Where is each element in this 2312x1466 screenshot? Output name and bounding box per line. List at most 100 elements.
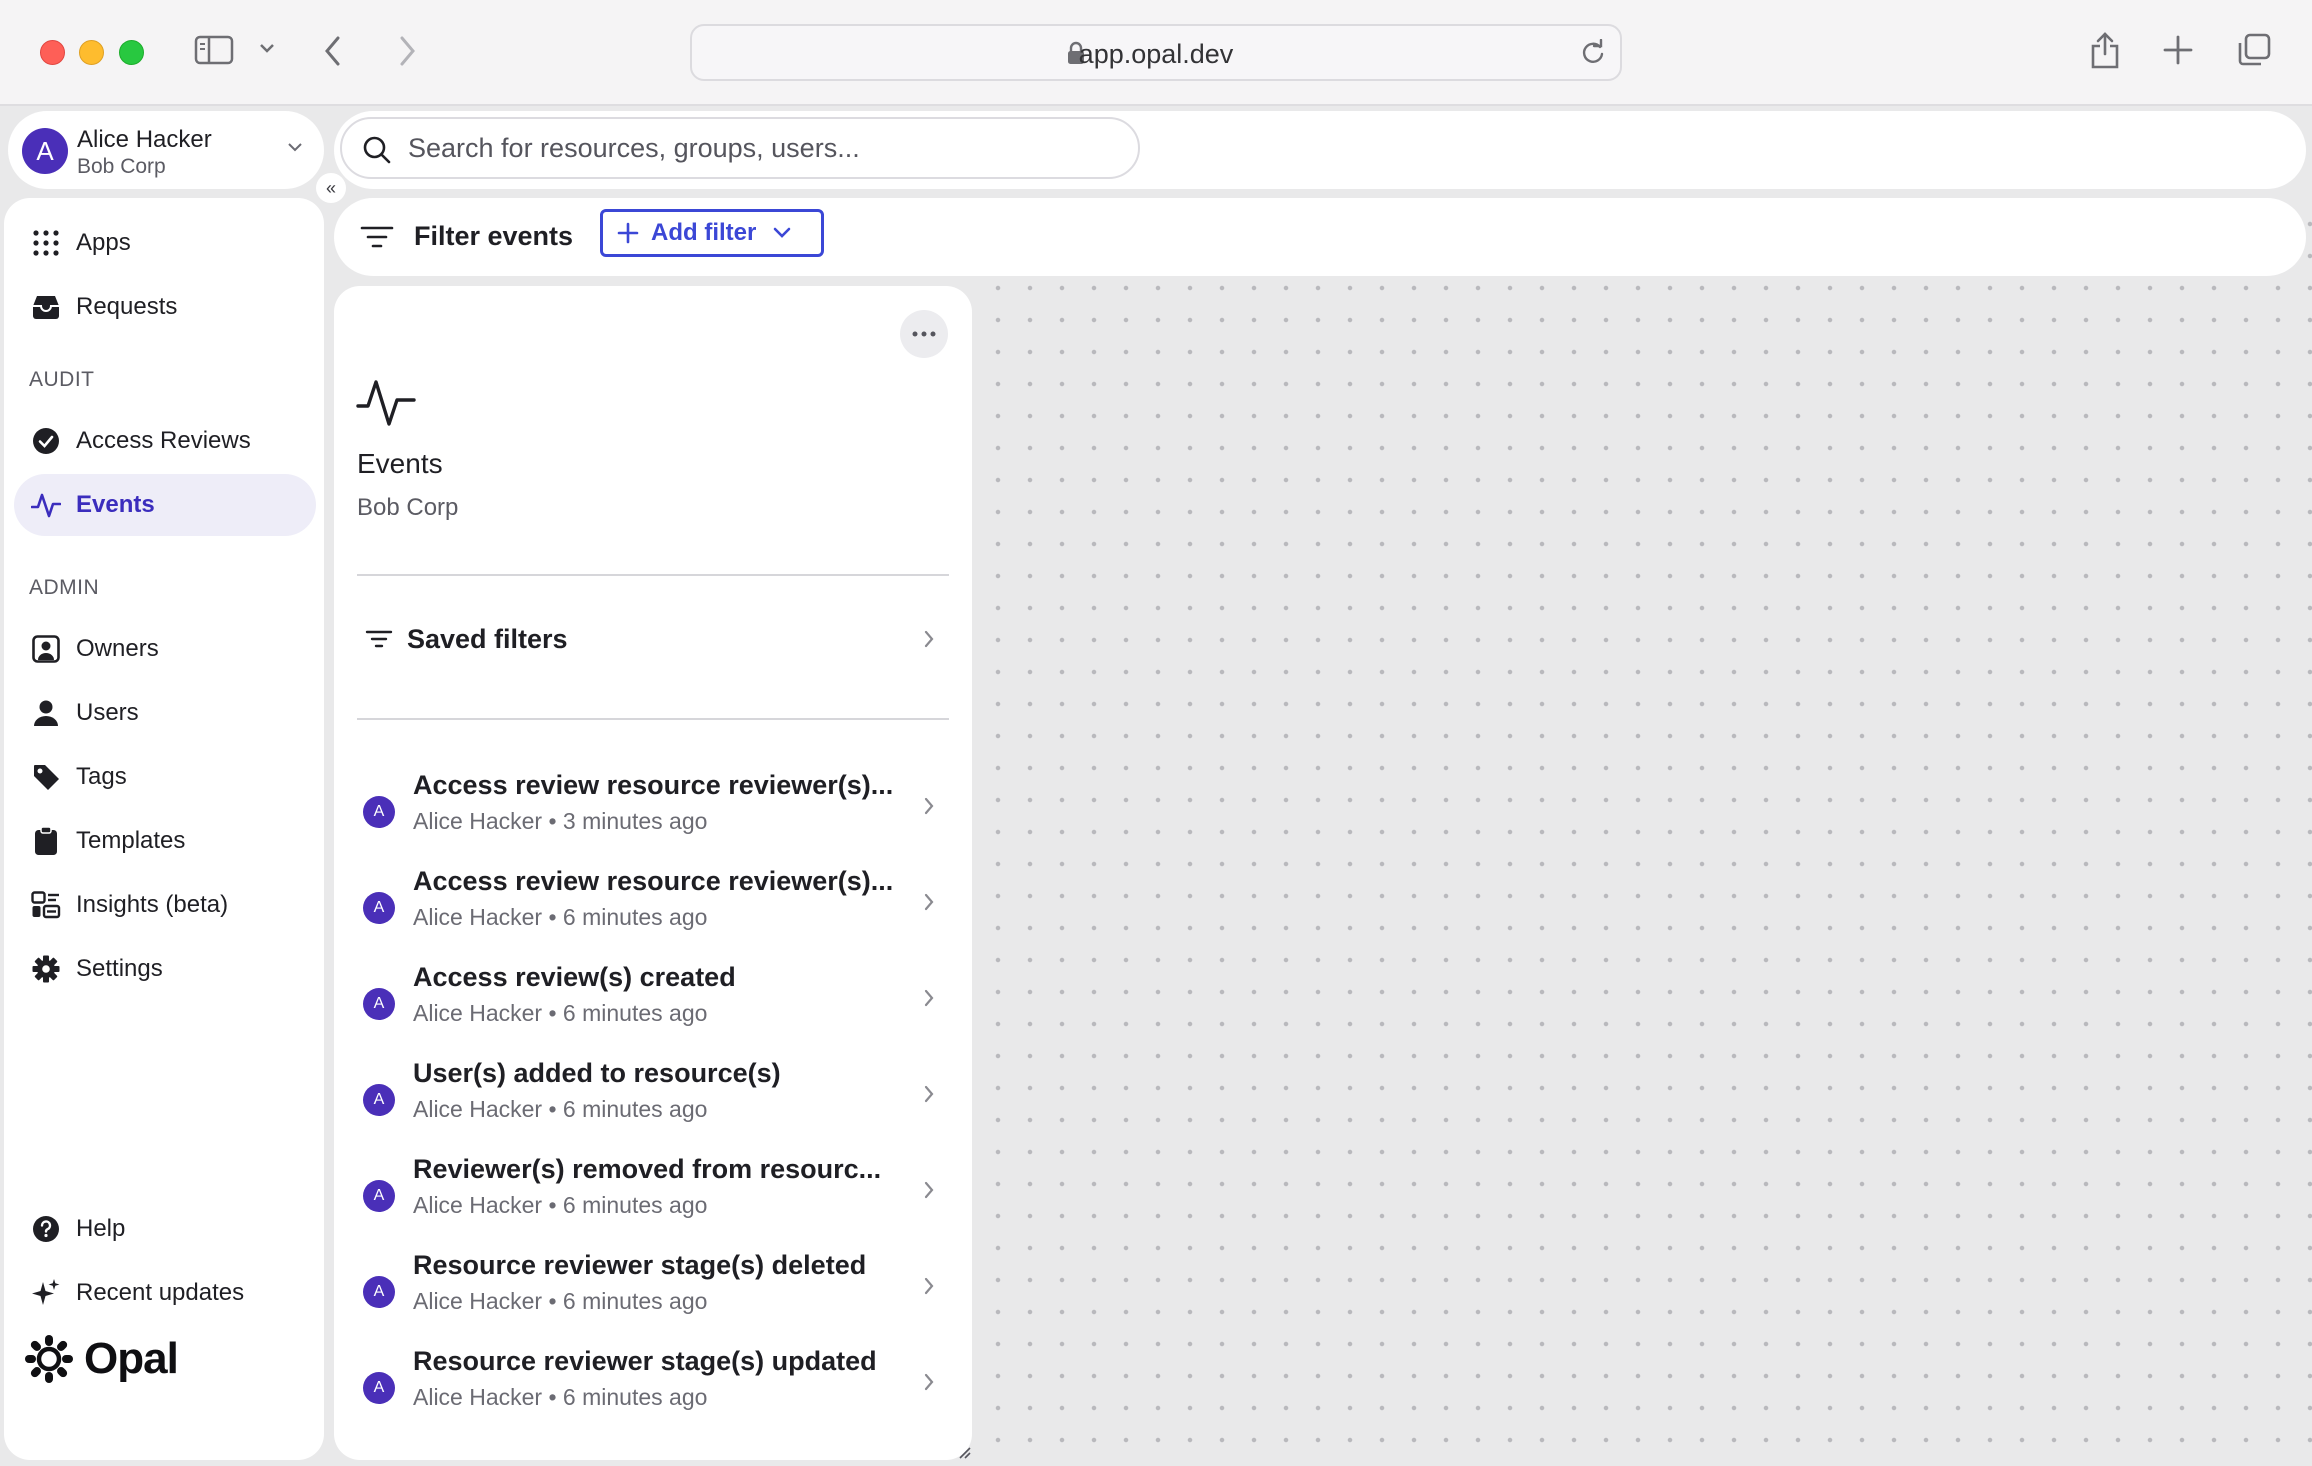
help-icon — [16, 1215, 76, 1243]
sparkle-icon — [16, 1278, 76, 1308]
filter-icon — [360, 225, 394, 249]
dotted-canvas — [980, 198, 2312, 1466]
event-row[interactable]: A Access review resource reviewer(s)... … — [357, 864, 949, 946]
event-meta: Alice Hacker • 6 minutes ago — [413, 904, 708, 930]
chevron-right-icon — [923, 892, 935, 912]
browser-toolbar: app.opal.dev — [0, 0, 2312, 106]
event-row[interactable]: A Reviewer(s) removed from resourc... Al… — [357, 1152, 949, 1234]
sidebar-item-users[interactable]: Users — [14, 682, 316, 744]
chevron-right-icon — [923, 1084, 935, 1104]
more-options-button[interactable] — [900, 310, 948, 358]
app-root: A Alice Hacker Bob Corp « Apps Requests … — [0, 106, 2312, 1466]
search-box[interactable] — [340, 117, 1140, 179]
new-tab-icon[interactable] — [2163, 35, 2193, 65]
event-meta: Alice Hacker • 6 minutes ago — [413, 1192, 708, 1218]
check-circle-icon — [16, 427, 76, 455]
section-label-audit: AUDIT — [29, 368, 95, 391]
insights-icon — [16, 891, 76, 919]
event-title: Reviewer(s) removed from resourc... — [413, 1154, 882, 1184]
sidebar-item-help[interactable]: Help — [14, 1198, 316, 1260]
divider — [357, 574, 949, 576]
event-title: Resource reviewer stage(s) updated — [413, 1346, 877, 1376]
brand-logo[interactable]: Opal — [24, 1334, 179, 1384]
address-bar[interactable]: app.opal.dev — [690, 24, 1622, 81]
sidebar-item-templates[interactable]: Templates — [14, 810, 316, 872]
filter-icon — [365, 629, 393, 649]
avatar: A — [363, 1180, 395, 1212]
inbox-icon — [16, 294, 76, 320]
activity-icon — [16, 491, 76, 519]
sidebar-item-label: Settings — [76, 955, 163, 982]
event-meta: Alice Hacker • 6 minutes ago — [413, 1288, 708, 1314]
event-row[interactable]: A Access review(s) created Alice Hacker … — [357, 960, 949, 1042]
event-row[interactable]: A User(s) added to resource(s) Alice Hac… — [357, 1056, 949, 1138]
user-icon — [16, 699, 76, 727]
sidebar-item-label: Help — [76, 1215, 126, 1242]
tab-overview-icon[interactable] — [2236, 32, 2272, 68]
event-title: Access review(s) created — [413, 962, 736, 992]
chevron-down-icon — [286, 141, 304, 153]
sidebar-item-label: Templates — [76, 827, 186, 854]
sidebar-toggle-icon[interactable] — [194, 34, 234, 66]
sidebar-item-access-reviews[interactable]: Access Reviews — [14, 410, 316, 472]
section-label-admin: ADMIN — [29, 576, 100, 599]
sidebar-item-tags[interactable]: Tags — [14, 746, 316, 808]
event-row[interactable]: A Resource reviewer stage(s) updated Ali… — [357, 1344, 949, 1426]
event-meta: Alice Hacker • 6 minutes ago — [413, 1000, 708, 1026]
chevron-right-icon — [923, 796, 935, 816]
sidebar-item-apps[interactable]: Apps — [14, 212, 316, 274]
sidebar-item-settings[interactable]: Settings — [14, 938, 316, 1000]
sidebar-item-owners[interactable]: Owners — [14, 618, 316, 680]
sidebar-item-label: Events — [76, 491, 155, 518]
sidebar-item-requests[interactable]: Requests — [14, 276, 316, 338]
chevron-right-icon — [923, 1276, 935, 1296]
panel-subtitle: Bob Corp — [357, 494, 459, 521]
account-switcher[interactable]: A Alice Hacker Bob Corp — [8, 111, 324, 189]
zoom-window-button[interactable] — [119, 40, 144, 65]
opal-logo-icon — [24, 1334, 74, 1384]
search-icon — [362, 135, 392, 165]
avatar: A — [363, 1084, 395, 1116]
resize-handle-icon[interactable] — [956, 1444, 972, 1460]
sidebar-item-label: Tags — [76, 763, 127, 790]
add-filter-button[interactable]: Add filter — [600, 209, 824, 257]
grid-icon — [16, 229, 76, 257]
collapse-sidebar-button[interactable]: « — [316, 173, 346, 203]
sidebar-item-label: Insights (beta) — [76, 891, 229, 918]
filter-bar: Filter events Add filter — [334, 198, 2306, 276]
event-title: Access review resource reviewer(s)... — [413, 866, 894, 896]
sidebar-item-events[interactable]: Events — [14, 474, 316, 536]
sidebar-item-insights[interactable]: Insights (beta) — [14, 874, 316, 936]
sidebar-item-label: Owners — [76, 635, 159, 662]
avatar: A — [363, 1276, 395, 1308]
filter-events-label: Filter events — [414, 221, 574, 251]
saved-filters-row[interactable]: Saved filters — [357, 608, 949, 670]
chevron-right-icon — [923, 1372, 935, 1392]
back-icon[interactable] — [322, 34, 344, 68]
sidebar-item-label: Access Reviews — [76, 427, 251, 454]
saved-filters-label: Saved filters — [407, 623, 568, 654]
close-window-button[interactable] — [40, 40, 65, 65]
sidebar-item-recent-updates[interactable]: Recent updates — [14, 1262, 316, 1324]
reload-icon[interactable] — [1580, 39, 1606, 65]
forward-icon[interactable] — [396, 34, 418, 68]
event-row[interactable]: A Resource reviewer stage(s) deleted Ali… — [357, 1248, 949, 1330]
event-row[interactable]: A Access review resource reviewer(s)... … — [357, 768, 949, 850]
activity-icon — [356, 376, 416, 428]
sidebar: Apps Requests AUDIT Access Reviews Event… — [4, 198, 324, 1460]
share-icon[interactable] — [2089, 30, 2121, 70]
owner-icon — [16, 635, 76, 663]
sidebar-item-label: Requests — [76, 293, 178, 320]
chevron-down-icon[interactable] — [258, 42, 276, 54]
account-name: Alice Hacker — [77, 126, 212, 153]
minimize-window-button[interactable] — [79, 40, 104, 65]
event-title: Access review resource reviewer(s)... — [413, 770, 894, 800]
event-meta: Alice Hacker • 6 minutes ago — [413, 1096, 708, 1122]
event-title: User(s) added to resource(s) — [413, 1058, 781, 1088]
event-meta: Alice Hacker • 3 minutes ago — [413, 808, 708, 834]
clipboard-icon — [16, 826, 76, 856]
search-input[interactable] — [408, 127, 1108, 169]
avatar: A — [363, 892, 395, 924]
tag-icon — [16, 763, 76, 791]
sidebar-item-label: Recent updates — [76, 1279, 245, 1306]
